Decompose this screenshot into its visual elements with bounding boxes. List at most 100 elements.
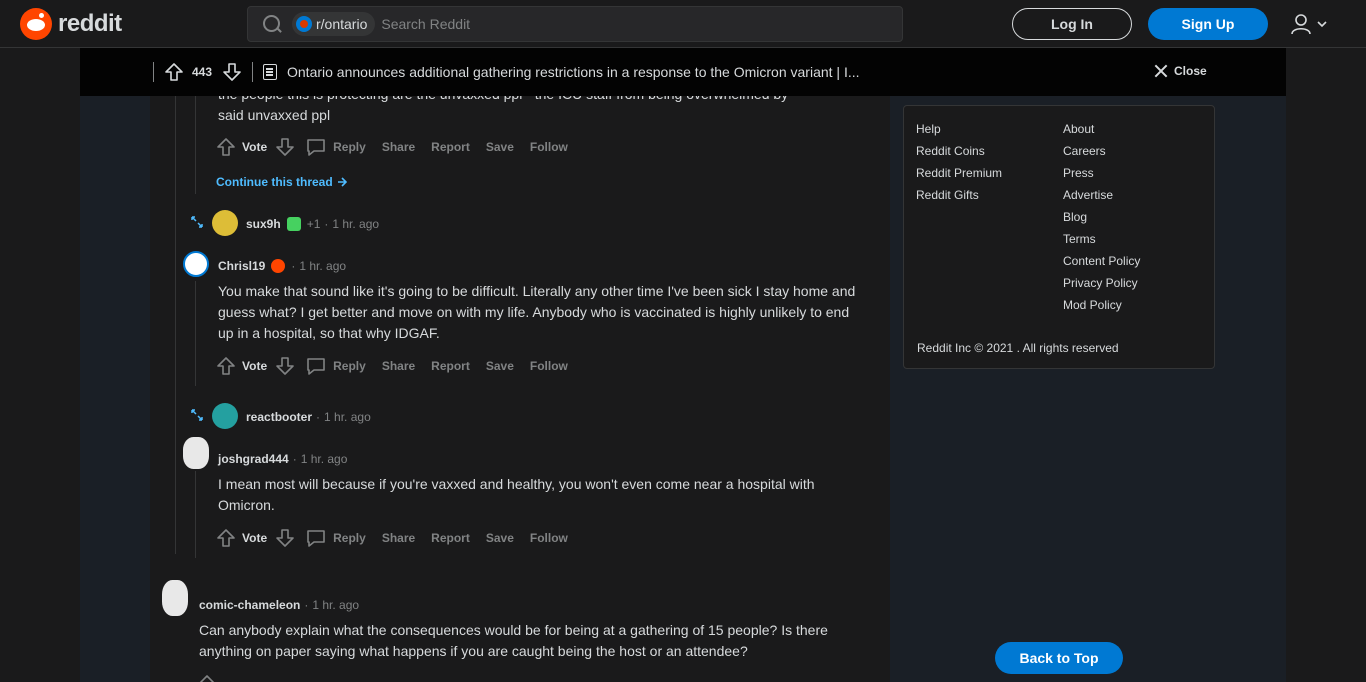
chevron-down-icon (1317, 21, 1327, 28)
post-bar-separator (252, 62, 253, 82)
upvote-icon[interactable] (216, 356, 236, 376)
close-label: Close (1174, 64, 1207, 78)
follow-button[interactable]: Follow (530, 359, 568, 373)
upvote-icon[interactable] (216, 137, 236, 157)
avatar[interactable] (183, 251, 209, 277)
share-button[interactable]: Share (382, 140, 415, 154)
timestamp[interactable]: 1 hr. ago (301, 452, 348, 466)
report-button[interactable]: Report (431, 140, 470, 154)
separator-dot: · (316, 410, 321, 424)
footer-link[interactable]: Advertise (1063, 188, 1113, 202)
signup-button[interactable]: Sign Up (1148, 8, 1268, 40)
downvote-icon[interactable] (275, 356, 295, 376)
follow-button[interactable]: Follow (530, 140, 568, 154)
timestamp[interactable]: 1 hr. ago (332, 217, 379, 231)
back-to-top-button[interactable]: Back to Top (995, 642, 1123, 674)
search-input[interactable] (381, 16, 862, 32)
timestamp[interactable]: 1 hr. ago (324, 410, 371, 424)
close-button[interactable]: Close (1154, 64, 1207, 78)
downvote-icon[interactable] (275, 137, 295, 157)
footer-link[interactable]: Terms (1063, 232, 1096, 246)
username[interactable]: comic-chameleon (199, 598, 300, 612)
comment-bubble-icon[interactable] (305, 528, 327, 548)
comment-bubble-icon[interactable] (305, 356, 327, 376)
separator-dot: · (291, 259, 296, 273)
copyright-text: Reddit Inc © 2021 . All rights reserved (917, 341, 1119, 355)
reddit-snoo-icon (20, 8, 52, 40)
reply-button[interactable]: Reply (333, 531, 366, 545)
downvote-icon[interactable] (275, 528, 295, 548)
comment-bubble-icon[interactable] (305, 137, 327, 157)
follow-button[interactable]: Follow (530, 531, 568, 545)
post-vote-count: 443 (192, 65, 213, 79)
arrow-right-icon (337, 177, 347, 187)
footer-link[interactable]: About (1063, 122, 1094, 136)
post-title[interactable]: Ontario announces additional gathering r… (287, 64, 860, 80)
share-button[interactable]: Share (382, 531, 415, 545)
upvote-icon[interactable] (197, 674, 217, 682)
comment-meta: comic-chameleon · 1 hr. ago (199, 598, 359, 612)
report-button[interactable]: Report (431, 531, 470, 545)
vote-label: Vote (242, 140, 268, 154)
timestamp[interactable]: 1 hr. ago (299, 259, 346, 273)
save-button[interactable]: Save (486, 531, 514, 545)
footer-link[interactable]: Blog (1063, 210, 1087, 224)
comment-meta: Chrisl19 · 1 hr. ago (218, 259, 346, 273)
thread-line (195, 96, 196, 194)
footer-link[interactable]: Reddit Coins (916, 144, 985, 158)
subreddit-chip-label: r/ontario (316, 16, 368, 32)
username[interactable]: sux9h (246, 217, 281, 231)
footer-link[interactable]: Reddit Premium (916, 166, 1002, 180)
expand-icon[interactable] (190, 215, 204, 229)
comment-meta: reactbooter · 1 hr. ago (246, 410, 371, 424)
login-button[interactable]: Log In (1012, 8, 1132, 40)
reddit-logo[interactable]: reddit (20, 8, 122, 40)
user-menu[interactable] (1290, 12, 1330, 36)
footer-link[interactable]: Press (1063, 166, 1094, 180)
comment-text: the people this is protecting are the un… (218, 96, 868, 105)
avatar[interactable] (212, 210, 238, 236)
footer-link[interactable]: Reddit Gifts (916, 188, 979, 202)
report-button[interactable]: Report (431, 359, 470, 373)
footer-links-card: Help Reddit Coins Reddit Premium Reddit … (903, 105, 1215, 369)
avatar[interactable] (212, 403, 238, 429)
share-button[interactable]: Share (382, 359, 415, 373)
avatar[interactable] (162, 580, 188, 616)
subreddit-chip[interactable]: r/ontario (292, 12, 376, 36)
extra-count: +1 (306, 217, 321, 231)
reply-button[interactable]: Reply (333, 140, 366, 154)
username[interactable]: joshgrad444 (218, 452, 289, 466)
username[interactable]: reactbooter (246, 410, 312, 424)
downvote-icon[interactable] (222, 62, 242, 82)
comment-actions (197, 674, 217, 682)
footer-link[interactable]: Privacy Policy (1063, 276, 1138, 290)
comment-meta: joshgrad444 · 1 hr. ago (218, 452, 347, 466)
upvote-icon[interactable] (216, 528, 236, 548)
top-navbar: reddit r/ontario Log In Sign Up (0, 0, 1366, 48)
footer-link[interactable]: Help (916, 122, 941, 136)
left-gutter (80, 96, 150, 682)
footer-link[interactable]: Careers (1063, 144, 1106, 158)
reply-button[interactable]: Reply (333, 359, 366, 373)
username[interactable]: Chrisl19 (218, 259, 265, 273)
footer-link[interactable]: Mod Policy (1063, 298, 1122, 312)
comment-actions: Vote Reply Share Report Save Follow (216, 356, 584, 376)
avatar[interactable] (183, 437, 209, 469)
thread-line (195, 471, 196, 558)
user-icon (1291, 14, 1311, 35)
vote-label: Vote (242, 359, 268, 373)
timestamp[interactable]: 1 hr. ago (312, 598, 359, 612)
award-icon (286, 217, 301, 231)
footer-link[interactable]: Content Policy (1063, 254, 1140, 268)
save-button[interactable]: Save (486, 359, 514, 373)
close-icon (1154, 64, 1168, 78)
save-button[interactable]: Save (486, 140, 514, 154)
comment-text: I mean most will because if you're vaxxe… (218, 476, 815, 513)
search-bar[interactable]: r/ontario (247, 6, 903, 42)
comment-actions: Vote Reply Share Report Save Follow (216, 528, 584, 548)
upvote-icon[interactable] (164, 62, 184, 82)
continue-thread-link[interactable]: Continue this thread (216, 175, 347, 189)
expand-icon[interactable] (190, 408, 204, 422)
search-icon (262, 14, 282, 34)
award-icon (271, 259, 286, 273)
